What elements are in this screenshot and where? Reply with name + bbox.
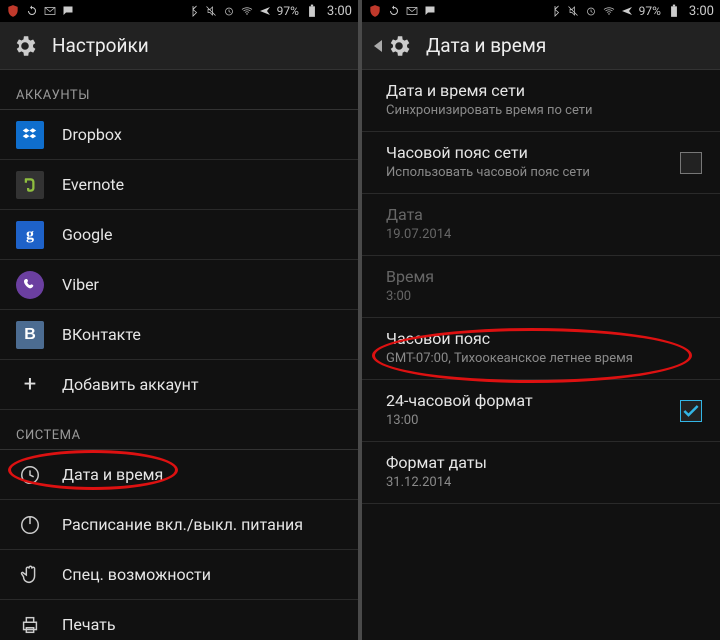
up-button[interactable]	[374, 33, 412, 59]
system-power-schedule[interactable]: Расписание вкл./выкл. питания	[0, 500, 358, 550]
wifi-icon	[241, 5, 253, 17]
account-label: Viber	[62, 275, 99, 294]
mute-icon	[205, 5, 217, 17]
pref-network-time[interactable]: Дата и время сети Синхронизировать время…	[362, 70, 720, 132]
add-account-label: Добавить аккаунт	[62, 375, 199, 394]
status-left	[368, 4, 436, 18]
screen-settings: 97% 3:00 Настройки АККАУНТЫ Dropbox Ever…	[0, 0, 358, 640]
pref-summary: 19.07.2014	[386, 227, 664, 244]
page-title: Дата и время	[426, 34, 546, 57]
alarm-icon	[223, 5, 235, 17]
account-label: Evernote	[62, 175, 124, 194]
status-right: 97% 3:00	[549, 4, 714, 19]
account-vk[interactable]: B ВКонтакте	[0, 310, 358, 360]
account-viber[interactable]: Viber	[0, 260, 358, 310]
google-icon: g	[16, 221, 44, 249]
sync-icon	[388, 5, 400, 17]
system-label: Дата и время	[62, 465, 163, 484]
battery-icon	[667, 4, 681, 18]
system-label: Спец. возможности	[62, 565, 211, 584]
mail-icon	[406, 5, 418, 17]
screen-datetime: 97% 3:00 Дата и время Дата и время сети …	[362, 0, 720, 640]
section-accounts: АККАУНТЫ	[0, 70, 358, 110]
evernote-icon	[16, 171, 44, 199]
checkbox[interactable]	[680, 400, 702, 422]
action-bar: Настройки	[0, 22, 358, 70]
system-print[interactable]: Печать	[0, 600, 358, 640]
pref-title: Время	[386, 267, 664, 288]
system-label: Расписание вкл./выкл. питания	[62, 515, 303, 534]
mute-icon	[567, 5, 579, 17]
account-evernote[interactable]: Evernote	[0, 160, 358, 210]
pref-timezone[interactable]: Часовой пояс GMT-07:00, Тихоокеанское ле…	[362, 318, 720, 380]
account-google[interactable]: g Google	[0, 210, 358, 260]
add-account[interactable]: + Добавить аккаунт	[0, 360, 358, 410]
print-icon	[16, 611, 44, 639]
pref-time: Время 3:00	[362, 256, 720, 318]
viber-icon	[16, 271, 44, 299]
back-caret-icon	[374, 40, 382, 52]
security-app-icon	[368, 4, 382, 18]
chat-icon	[62, 5, 74, 17]
status-right: 97% 3:00	[187, 4, 352, 19]
clock-icon	[16, 461, 44, 489]
status-bar: 97% 3:00	[362, 0, 720, 22]
pref-title: Часовой пояс сети	[386, 143, 664, 164]
battery-percent: 97%	[277, 4, 299, 18]
wifi-icon	[603, 5, 615, 17]
alarm-icon	[585, 5, 597, 17]
battery-percent: 97%	[639, 4, 661, 18]
settings-icon[interactable]	[12, 33, 38, 59]
battery-icon	[305, 4, 319, 18]
sync-icon	[26, 5, 38, 17]
checkbox[interactable]	[680, 152, 702, 174]
pref-title: 24-часовой формат	[386, 391, 664, 412]
section-system: СИСТЕМА	[0, 410, 358, 450]
account-dropbox[interactable]: Dropbox	[0, 110, 358, 160]
chat-icon	[424, 5, 436, 17]
pref-date-format[interactable]: Формат даты 31.12.2014	[362, 442, 720, 504]
clock-time: 3:00	[689, 4, 714, 19]
action-bar: Дата и время	[362, 22, 720, 70]
settings-icon	[386, 33, 412, 59]
pref-summary: 13:00	[386, 413, 664, 430]
hand-icon	[16, 561, 44, 589]
security-app-icon	[6, 4, 20, 18]
page-title: Настройки	[52, 34, 149, 57]
system-accessibility[interactable]: Спец. возможности	[0, 550, 358, 600]
airplane-icon	[621, 5, 633, 17]
pref-date: Дата 19.07.2014	[362, 194, 720, 256]
system-datetime[interactable]: Дата и время	[0, 450, 358, 500]
plus-icon: +	[16, 371, 44, 399]
bluetooth-icon	[549, 5, 561, 17]
pref-summary: 31.12.2014	[386, 475, 664, 492]
dropbox-icon	[16, 121, 44, 149]
status-left	[6, 4, 74, 18]
settings-list[interactable]: АККАУНТЫ Dropbox Evernote g Google Viber…	[0, 70, 358, 640]
power-icon	[16, 511, 44, 539]
airplane-icon	[259, 5, 271, 17]
datetime-list[interactable]: Дата и время сети Синхронизировать время…	[362, 70, 720, 640]
pref-title: Формат даты	[386, 453, 664, 474]
account-label: ВКонтакте	[62, 325, 141, 344]
pref-24h[interactable]: 24-часовой формат 13:00	[362, 380, 720, 442]
pref-summary: Использовать часовой пояс сети	[386, 165, 664, 182]
pref-summary: 3:00	[386, 289, 664, 306]
pref-title: Дата	[386, 205, 664, 226]
pref-network-timezone[interactable]: Часовой пояс сети Использовать часовой п…	[362, 132, 720, 194]
account-label: Google	[62, 225, 113, 244]
bluetooth-icon	[187, 5, 199, 17]
pref-title: Дата и время сети	[386, 81, 664, 102]
mail-icon	[44, 5, 56, 17]
clock-time: 3:00	[327, 4, 352, 19]
status-bar: 97% 3:00	[0, 0, 358, 22]
vk-icon: B	[16, 321, 44, 349]
pref-summary: Синхронизировать время по сети	[386, 103, 664, 120]
pref-summary: GMT-07:00, Тихоокеанское летнее время	[386, 351, 664, 368]
system-label: Печать	[62, 615, 116, 634]
pref-title: Часовой пояс	[386, 329, 664, 350]
account-label: Dropbox	[62, 125, 122, 144]
